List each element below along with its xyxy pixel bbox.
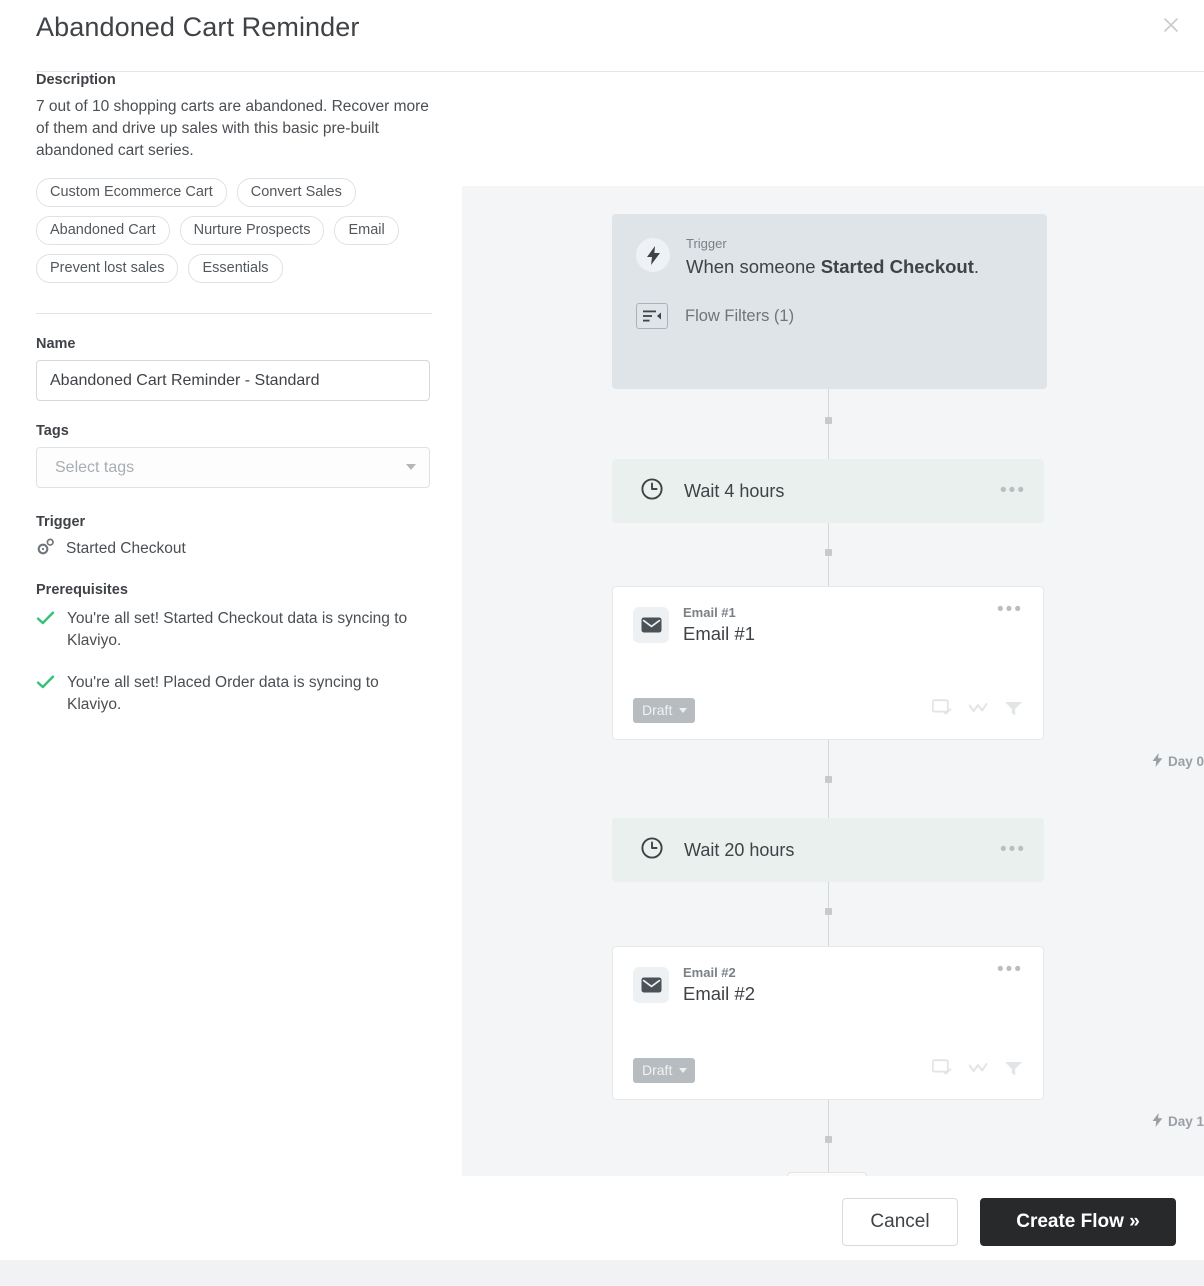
bolt-icon [636, 238, 670, 272]
day-badge-0: Day 0 [1152, 753, 1204, 770]
bolt-icon [1152, 753, 1163, 770]
card-menu-icon[interactable]: ••• [1000, 486, 1026, 496]
trigger-value: Started Checkout [66, 540, 186, 558]
email-card-actions-2 [932, 1059, 1023, 1082]
tag-chip: Custom Ecommerce Cart [36, 178, 227, 207]
tags-select[interactable] [36, 447, 430, 488]
tag-chip: Abandoned Cart [36, 216, 170, 245]
wait-label-2: Wait 20 hours [684, 840, 1000, 861]
modal-footer: Cancel Create Flow » [0, 1176, 1204, 1286]
tag-chip: Convert Sales [237, 178, 356, 207]
prerequisite-item: You're all set! Placed Order data is syn… [36, 672, 432, 716]
message-check-icon[interactable] [932, 699, 952, 722]
flow-connector [828, 389, 829, 459]
close-icon[interactable] [1154, 8, 1188, 42]
tag-chip: Essentials [188, 254, 282, 283]
day-badge-label: Day 1 [1168, 1114, 1204, 1129]
message-check-icon[interactable] [932, 1059, 952, 1082]
email-title-1: Email #1 [683, 623, 983, 645]
prerequisite-text: You're all set! Started Checkout data is… [67, 608, 432, 652]
trigger-headline-suffix: . [974, 256, 979, 277]
modal-header: Abandoned Cart Reminder [0, 0, 1204, 72]
email-card-actions-1 [932, 699, 1023, 722]
status-badge-1[interactable]: Draft [633, 698, 695, 723]
prerequisite-item: You're all set! Started Checkout data is… [36, 608, 432, 652]
description-label: Description [36, 72, 436, 88]
trigger-headline-prefix: When someone [686, 256, 821, 277]
footer-bottom-bar [0, 1260, 1204, 1286]
prerequisite-text: You're all set! Placed Order data is syn… [67, 672, 432, 716]
tags-label: Tags [36, 423, 436, 439]
connector-node[interactable] [825, 1136, 832, 1143]
connector-node[interactable] [825, 776, 832, 783]
wait-card-2[interactable]: Wait 20 hours ••• [612, 818, 1044, 882]
chevron-down-icon[interactable] [679, 1068, 687, 1073]
modal-body: Description 7 out of 10 shopping carts a… [0, 72, 1204, 1176]
tags-select-input[interactable] [36, 447, 430, 488]
connector-node[interactable] [825, 417, 832, 424]
status-badge-label: Draft [642, 1062, 672, 1078]
name-label: Name [36, 336, 436, 352]
email-card-2[interactable]: Email #2 Email #2 ••• Draft [612, 946, 1044, 1100]
flow-filters-label: Flow Filters (1) [685, 307, 794, 326]
connector-node[interactable] [825, 908, 832, 915]
trigger-headline-bold: Started Checkout [821, 256, 974, 277]
day-badge-1: Day 1 [1152, 1113, 1204, 1130]
wait-card-1[interactable]: Wait 4 hours ••• [612, 459, 1044, 523]
smart-sending-icon[interactable] [968, 1060, 988, 1081]
bolt-icon [1152, 1113, 1163, 1130]
trigger-value-row: Started Checkout [36, 538, 436, 560]
filter-funnel-icon[interactable] [1004, 1060, 1023, 1082]
envelope-icon [633, 607, 669, 643]
card-menu-icon[interactable]: ••• [997, 965, 1023, 1005]
trigger-kicker: Trigger [686, 236, 979, 251]
tag-chip: Email [334, 216, 398, 245]
cancel-button[interactable]: Cancel [842, 1198, 958, 1246]
clock-icon [640, 477, 664, 506]
footer-actions: Cancel Create Flow » [842, 1198, 1176, 1246]
filter-funnel-icon[interactable] [1004, 700, 1023, 722]
email-card-1[interactable]: Email #1 Email #1 ••• Draft [612, 586, 1044, 740]
prerequisites-label: Prerequisites [36, 582, 436, 598]
email-kicker-1: Email #1 [683, 605, 983, 620]
create-flow-modal: Abandoned Cart Reminder Description 7 ou… [0, 0, 1204, 1286]
chevron-down-icon[interactable] [679, 708, 687, 713]
tag-chip: Nurture Prospects [180, 216, 325, 245]
description-text: 7 out of 10 shopping carts are abandoned… [36, 96, 432, 162]
status-badge-label: Draft [642, 702, 672, 718]
clock-icon [640, 836, 664, 865]
flow-name-input[interactable] [36, 360, 430, 401]
day-badge-label: Day 0 [1168, 754, 1204, 769]
status-badge-2[interactable]: Draft [633, 1058, 695, 1083]
envelope-icon [633, 967, 669, 1003]
email-kicker-2: Email #2 [683, 965, 983, 980]
trigger-card[interactable]: Trigger When someone Started Checkout. F… [612, 214, 1047, 389]
smart-sending-icon[interactable] [968, 700, 988, 721]
trigger-headline: When someone Started Checkout. [686, 253, 979, 281]
email-title-2: Email #2 [683, 983, 983, 1005]
create-flow-button[interactable]: Create Flow » [980, 1198, 1176, 1246]
page-title: Abandoned Cart Reminder [36, 12, 360, 43]
trigger-label: Trigger [36, 514, 436, 530]
section-divider [36, 313, 432, 314]
wait-label-1: Wait 4 hours [684, 481, 1000, 502]
check-icon [36, 674, 55, 716]
tag-chip-list: Custom Ecommerce Cart Convert Sales Aban… [36, 178, 436, 283]
connector-node[interactable] [825, 549, 832, 556]
details-panel: Description 7 out of 10 shopping carts a… [36, 72, 436, 716]
check-icon [36, 610, 55, 652]
flow-filters-row[interactable]: Flow Filters (1) [636, 303, 1023, 329]
card-menu-icon[interactable]: ••• [997, 605, 1023, 645]
filter-list-icon [636, 303, 668, 329]
gears-icon [36, 538, 55, 560]
chevron-down-icon[interactable] [406, 464, 416, 470]
tag-chip: Prevent lost sales [36, 254, 178, 283]
flow-canvas: Trigger When someone Started Checkout. F… [462, 186, 1204, 1247]
card-menu-icon[interactable]: ••• [1000, 845, 1026, 855]
